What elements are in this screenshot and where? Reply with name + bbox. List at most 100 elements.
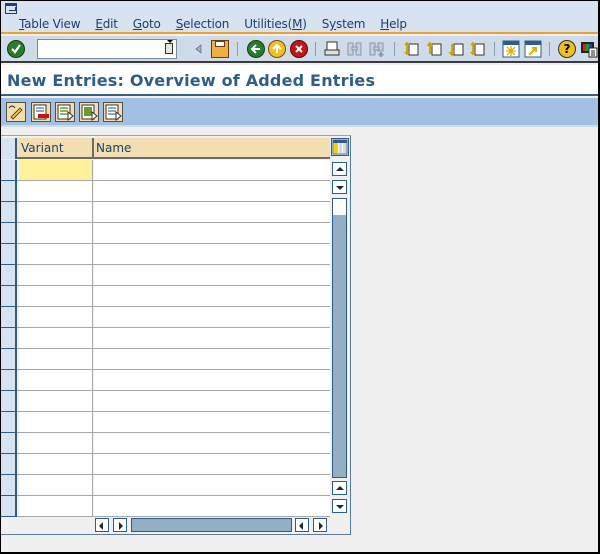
row-selector[interactable] (1, 349, 17, 370)
cell-name[interactable] (94, 244, 330, 264)
row-selector[interactable] (1, 202, 17, 223)
table-settings-icon[interactable] (331, 138, 349, 156)
delete-icon[interactable] (31, 102, 51, 122)
column-header-name[interactable]: Name (94, 138, 330, 159)
exit-icon[interactable] (268, 40, 286, 58)
row-selector[interactable] (1, 265, 17, 286)
find-next-icon[interactable] (368, 40, 386, 58)
cell-name[interactable] (94, 160, 330, 180)
first-page-icon[interactable] (402, 40, 420, 58)
cell-variant[interactable] (19, 328, 93, 348)
last-page-icon[interactable] (468, 40, 486, 58)
cell-name[interactable] (94, 202, 330, 222)
row-selector[interactable] (1, 244, 17, 265)
scroll-page-down-button[interactable] (332, 180, 347, 194)
row-selector[interactable] (1, 370, 17, 391)
cell-variant[interactable] (19, 202, 93, 222)
row-selector[interactable] (1, 454, 17, 475)
row-selector[interactable] (1, 286, 17, 307)
row-selector[interactable] (1, 391, 17, 412)
cancel-icon[interactable] (290, 40, 308, 58)
cell-variant[interactable] (19, 391, 93, 411)
cell-name[interactable] (94, 475, 330, 495)
cell-variant[interactable] (19, 433, 93, 453)
menu-selection[interactable]: Selection (176, 17, 230, 31)
other-entry-icon[interactable] (103, 102, 123, 122)
table-row (1, 370, 330, 391)
system-menu-icon[interactable] (5, 3, 17, 14)
find-icon[interactable] (346, 40, 364, 58)
menu-edit[interactable]: Edit (95, 17, 118, 31)
menu-utilities-m[interactable]: Utilities(M) (244, 17, 307, 31)
create-session-icon[interactable] (502, 40, 520, 58)
next-entry-icon[interactable] (79, 102, 99, 122)
cell-variant[interactable] (19, 160, 93, 180)
cell-name[interactable] (94, 349, 330, 369)
command-field[interactable] (37, 39, 177, 59)
previous-page-icon[interactable] (425, 40, 443, 58)
collapse-icon[interactable] (191, 40, 209, 58)
print-icon[interactable] (323, 40, 341, 58)
help-icon[interactable]: ? (558, 40, 576, 58)
menu-help[interactable]: Help (380, 17, 407, 31)
back-icon[interactable] (247, 40, 265, 58)
cell-name[interactable] (94, 370, 330, 390)
column-header-variant[interactable]: Variant (19, 138, 94, 159)
cell-variant[interactable] (19, 307, 93, 327)
select-all-button[interactable] (1, 138, 17, 159)
cell-variant[interactable] (19, 286, 93, 306)
cell-variant[interactable] (19, 370, 93, 390)
horizontal-scroll-track[interactable] (131, 518, 292, 532)
scroll-down-button[interactable] (332, 499, 347, 513)
next-page-icon[interactable] (447, 40, 465, 58)
shortcut-icon[interactable] (524, 40, 542, 58)
save-icon[interactable] (211, 40, 229, 58)
previous-entry-icon[interactable] (55, 102, 75, 122)
cell-name[interactable] (94, 391, 330, 411)
row-selector[interactable] (1, 223, 17, 244)
row-selector[interactable] (1, 496, 17, 517)
cell-name[interactable] (94, 286, 330, 306)
command-input[interactable] (40, 41, 160, 57)
vertical-scroll-thumb[interactable] (332, 198, 347, 215)
cell-variant[interactable] (19, 454, 93, 474)
cell-name[interactable] (94, 496, 330, 516)
scroll-left-button[interactable] (95, 518, 109, 532)
cell-variant[interactable] (19, 349, 93, 369)
cell-name[interactable] (94, 181, 330, 201)
change-display-icon[interactable] (6, 102, 26, 122)
scroll-left-end-button[interactable] (295, 518, 309, 532)
cell-variant[interactable] (19, 223, 93, 243)
row-selector[interactable] (1, 160, 17, 181)
cell-name[interactable] (94, 412, 330, 432)
cell-variant[interactable] (19, 181, 93, 201)
menu-system[interactable]: System (322, 17, 366, 31)
cell-variant[interactable] (19, 412, 93, 432)
row-selector[interactable] (1, 328, 17, 349)
cell-variant[interactable] (19, 265, 93, 285)
cell-name[interactable] (94, 433, 330, 453)
row-selector[interactable] (1, 181, 17, 202)
cell-name[interactable] (94, 328, 330, 348)
row-selector[interactable] (1, 412, 17, 433)
enter-icon[interactable] (7, 40, 25, 58)
scroll-page-up-button[interactable] (332, 481, 347, 495)
cell-variant[interactable] (19, 475, 93, 495)
scroll-right-end-button[interactable] (313, 518, 327, 532)
cell-name[interactable] (94, 223, 330, 243)
menu-goto[interactable]: Goto (133, 17, 161, 31)
cell-variant[interactable] (19, 244, 93, 264)
layout-menu-icon[interactable] (580, 40, 598, 58)
row-selector[interactable] (1, 475, 17, 496)
cell-name[interactable] (94, 265, 330, 285)
vertical-scroll-track[interactable] (332, 215, 347, 478)
cell-name[interactable] (94, 454, 330, 474)
scroll-up-button[interactable] (332, 162, 347, 176)
command-dropdown-icon[interactable] (165, 40, 173, 54)
row-selector[interactable] (1, 307, 17, 328)
menu-table-view[interactable]: Table View (19, 17, 81, 31)
cell-name[interactable] (94, 307, 330, 327)
scroll-right-button[interactable] (113, 518, 127, 532)
row-selector[interactable] (1, 433, 17, 454)
cell-variant[interactable] (19, 496, 93, 516)
